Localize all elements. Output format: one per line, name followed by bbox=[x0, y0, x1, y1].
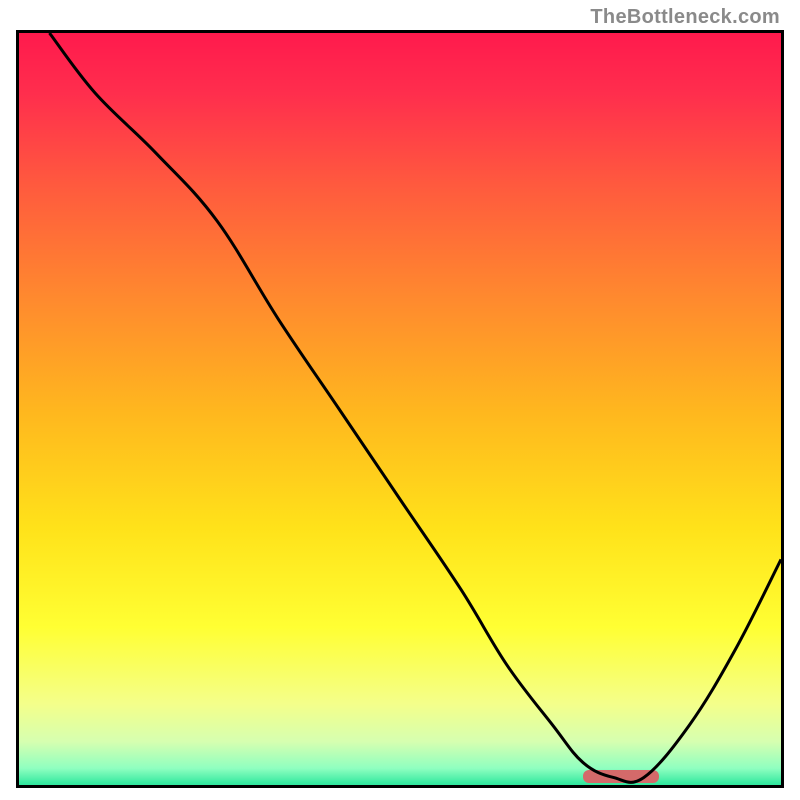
watermark-text: TheBottleneck.com bbox=[590, 6, 780, 29]
chart-frame bbox=[16, 30, 784, 788]
bottleneck-curve-path bbox=[49, 33, 781, 782]
bottleneck-curve bbox=[19, 33, 781, 785]
